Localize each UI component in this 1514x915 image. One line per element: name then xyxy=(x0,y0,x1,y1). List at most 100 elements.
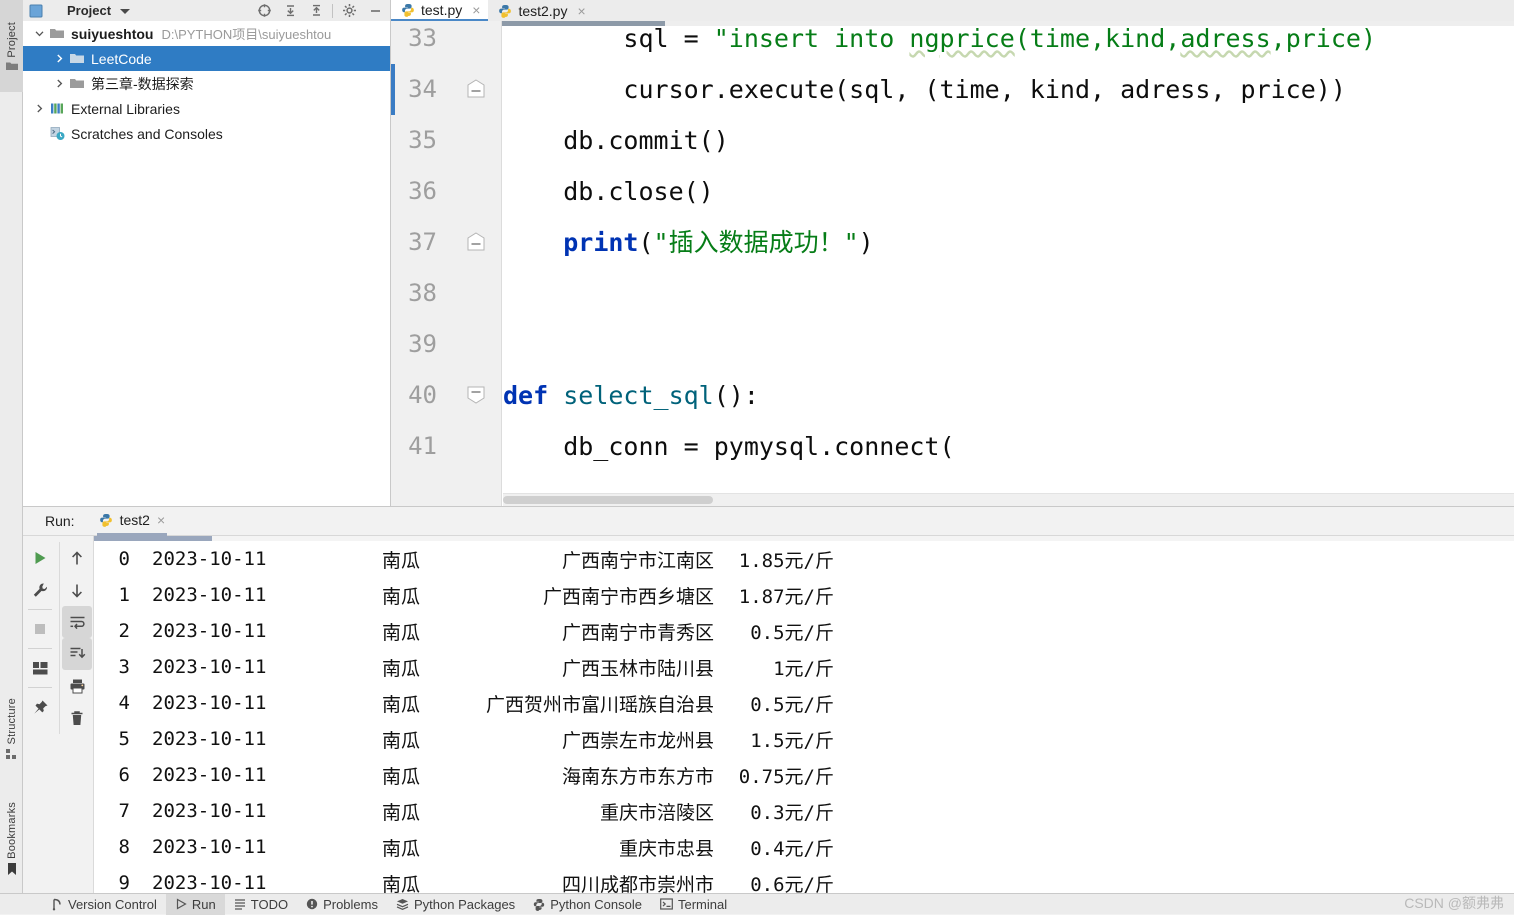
fold-collapse-icon[interactable] xyxy=(465,384,489,408)
console-row-address: 四川成都市崇州市 xyxy=(561,873,714,894)
trash-icon xyxy=(71,710,83,725)
settings-wrench-button[interactable] xyxy=(25,574,55,606)
scrollbar-thumb[interactable] xyxy=(503,496,713,504)
console-row-kind: 南瓜 xyxy=(382,693,421,716)
status-item-run[interactable]: Run xyxy=(165,893,225,915)
run-tool-column-left xyxy=(23,542,57,723)
console-row-date: 2023-10-11 xyxy=(152,584,267,606)
line-number: 36 xyxy=(408,177,437,205)
structure-icon xyxy=(5,748,18,760)
project-header-toolbar xyxy=(251,0,390,21)
code-line[interactable]: 36 db.close() xyxy=(391,166,1514,217)
run-tab-label: test2 xyxy=(119,511,150,528)
status-item-python-console[interactable]: Python Console xyxy=(524,894,651,915)
stop-icon xyxy=(35,624,45,634)
line-number: 40 xyxy=(408,381,437,409)
tree-item-chapter3[interactable]: 第三章-数据探索 xyxy=(23,71,390,96)
expand-all-icon[interactable] xyxy=(277,0,303,21)
tree-item-external-libraries[interactable]: External Libraries xyxy=(23,96,390,121)
tree-item-scratches-and-consoles[interactable]: Scratches and Consoles xyxy=(23,121,390,146)
line-number: 38 xyxy=(408,279,437,307)
tree-item-leetcode[interactable]: LeetCode xyxy=(23,46,390,71)
console-row-address: 海南东方市东方市 xyxy=(561,765,714,788)
scroll-to-end-icon xyxy=(70,647,85,659)
clear-all-button[interactable] xyxy=(62,702,92,734)
fold-end-icon[interactable] xyxy=(465,231,489,255)
soft-wrap-button[interactable] xyxy=(62,606,92,638)
pin-icon xyxy=(33,700,47,714)
console-row-address: 广西崇左市龙州县 xyxy=(561,729,714,752)
status-item-label: Python Console xyxy=(550,896,642,912)
code-line[interactable]: 39 xyxy=(391,319,1514,370)
code-editor[interactable]: 33 sql = "insert into ngprice(time,kind,… xyxy=(391,21,1514,506)
project-tool-window: Project suiyueshtou D:\PYTHON项目\suiyuesh… xyxy=(23,0,391,506)
console-row-kind: 南瓜 xyxy=(382,657,421,680)
code-line[interactable]: 35 db.commit() xyxy=(391,115,1514,166)
code-line[interactable]: 40 def select_sql(): xyxy=(391,370,1514,421)
library-icon xyxy=(47,102,67,115)
tool-window-project-label: Project xyxy=(5,21,18,58)
console-output-row: 6 2023-10-11 南瓜 海南东方市东方市 0.75元/斤 xyxy=(94,757,1514,793)
console-row-address: 广西玉林市陆川县 xyxy=(561,657,714,680)
console-row-date: 2023-10-11 xyxy=(152,692,267,714)
collapse-all-icon[interactable] xyxy=(303,0,329,21)
tool-window-project[interactable]: Project xyxy=(0,0,23,92)
status-item-todo[interactable]: TODO xyxy=(225,894,297,915)
rerun-button[interactable] xyxy=(25,542,55,574)
tree-item-suiyueshtou[interactable]: suiyueshtou D:\PYTHON项目\suiyueshtou xyxy=(23,21,390,46)
chevron-down-icon[interactable] xyxy=(31,29,47,38)
close-icon[interactable]: × xyxy=(157,512,165,528)
tool-window-bookmarks-label: Bookmarks xyxy=(5,802,18,859)
console-output-row: 9 2023-10-11 南瓜 四川成都市崇州市 0.6元/斤 xyxy=(94,865,1514,893)
chevron-right-icon[interactable] xyxy=(51,54,67,63)
print-button[interactable] xyxy=(62,670,92,702)
stop-button[interactable] xyxy=(25,613,55,645)
console-row-price: 0.5元/斤 xyxy=(750,693,834,716)
select-opened-file-icon[interactable] xyxy=(251,0,277,21)
prev-occurrence-button[interactable] xyxy=(62,542,92,574)
packages-icon xyxy=(396,898,409,910)
editor-horizontal-scrollbar[interactable] xyxy=(503,493,1514,506)
console-row-kind: 南瓜 xyxy=(382,585,421,608)
console-row-price: 1.87元/斤 xyxy=(738,585,834,608)
code-line[interactable]: 41 db_conn = pymysql.connect( xyxy=(391,421,1514,472)
vcs-icon xyxy=(51,898,63,911)
run-panel-label: Run: xyxy=(45,513,75,529)
console-row-price: 0.6元/斤 xyxy=(750,873,834,894)
console-row-address: 重庆市涪陵区 xyxy=(599,801,714,824)
code-line[interactable]: 34 cursor.execute(sql, (time, kind, adre… xyxy=(391,64,1514,115)
tool-window-bookmarks[interactable]: Bookmarks xyxy=(0,790,23,888)
code-text: db.close() xyxy=(503,177,714,206)
run-console-output[interactable]: 0 2023-10-11 南瓜 广西南宁市江南区 1.85元/斤 1 2023-10-11 南… xyxy=(93,536,1514,893)
line-number: 39 xyxy=(408,330,437,358)
scroll-to-end-button[interactable] xyxy=(62,638,92,670)
status-item-terminal[interactable]: Terminal xyxy=(651,894,736,915)
gear-icon[interactable] xyxy=(336,0,362,21)
next-occurrence-button[interactable] xyxy=(62,574,92,606)
status-item-python-packages[interactable]: Python Packages xyxy=(387,894,524,915)
chevron-down-icon[interactable] xyxy=(120,9,131,14)
project-tree[interactable]: suiyueshtou D:\PYTHON项目\suiyueshtou Leet… xyxy=(23,21,390,506)
status-item-problems[interactable]: Problems xyxy=(297,894,387,915)
code-line[interactable]: 33 sql = "insert into ngprice(time,kind,… xyxy=(391,13,1514,64)
console-row-kind: 南瓜 xyxy=(382,765,421,788)
chevron-right-icon[interactable] xyxy=(51,79,67,88)
console-row-price: 0.3元/斤 xyxy=(750,801,834,824)
fold-end-icon[interactable] xyxy=(465,78,489,102)
wrench-icon xyxy=(33,582,47,597)
line-number: 41 xyxy=(408,432,437,460)
code-text: print("插入数据成功！") xyxy=(563,228,874,257)
folder-icon xyxy=(67,77,87,90)
chevron-right-icon[interactable] xyxy=(31,104,47,113)
todo-icon xyxy=(234,898,246,910)
status-item-version-control[interactable]: Version Control xyxy=(42,894,166,915)
tool-window-structure[interactable]: Structure xyxy=(0,690,23,768)
run-tab-test2[interactable]: test2 × xyxy=(96,507,168,536)
editor-area: test.py × test2.py × 33 sql = "insert in… xyxy=(391,0,1514,506)
code-line[interactable]: 37 print("插入数据成功！") xyxy=(391,217,1514,268)
pin-tab-button[interactable] xyxy=(25,691,55,723)
layout-button[interactable] xyxy=(25,652,55,684)
code-line[interactable]: 38 xyxy=(391,268,1514,319)
tool-window-structure-label: Structure xyxy=(5,698,18,745)
minimize-icon[interactable] xyxy=(362,0,388,21)
